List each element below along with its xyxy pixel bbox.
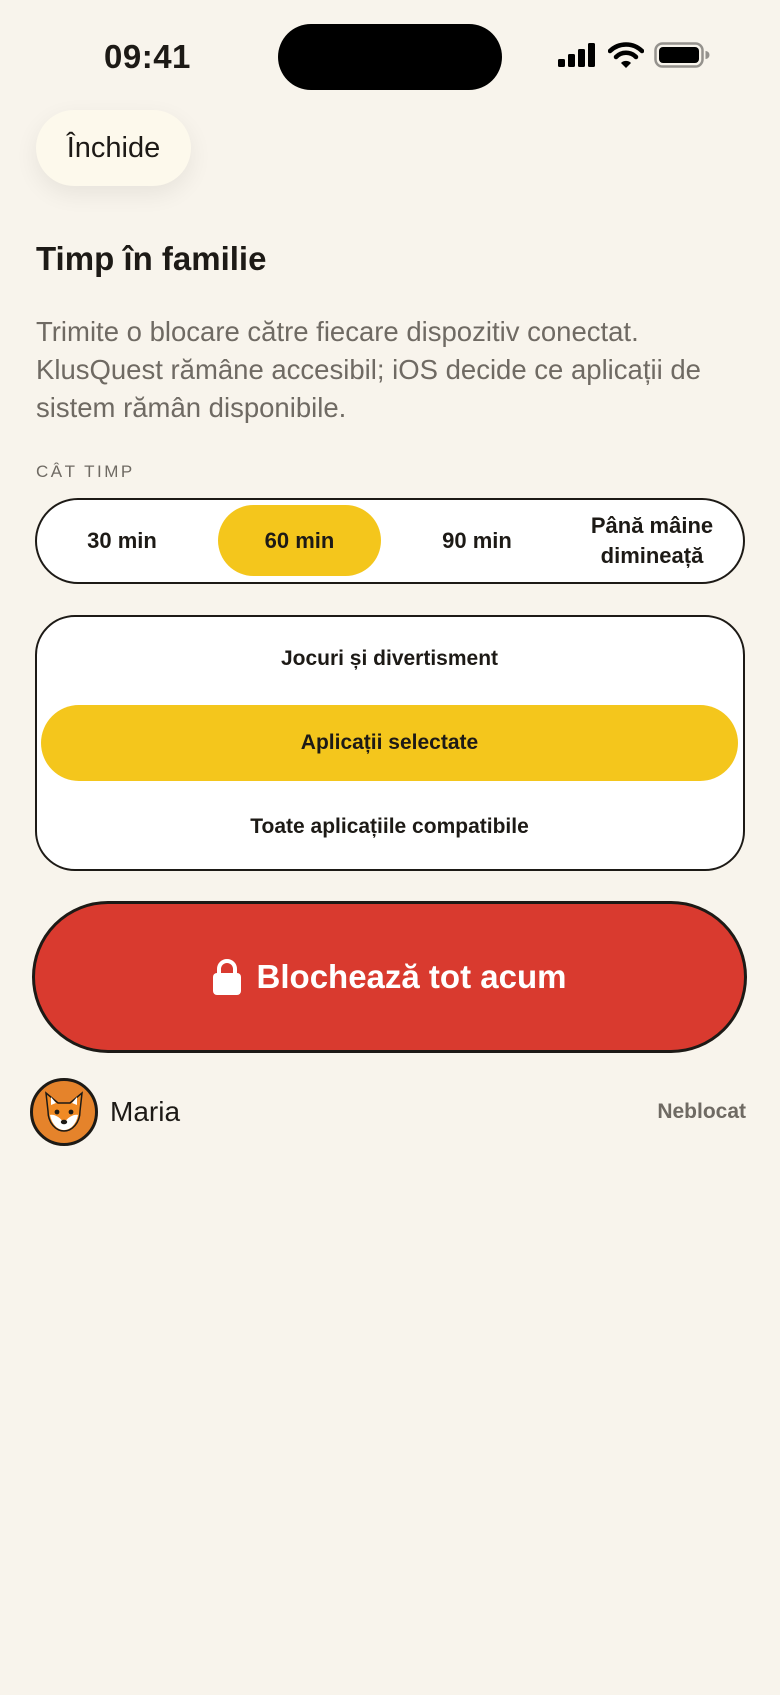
lock-all-button-label: Blochează tot acum xyxy=(256,958,567,995)
scope-option-label: Toate aplicațiile compatibile xyxy=(250,815,529,838)
lock-all-button[interactable]: Blochează tot acum xyxy=(32,901,747,1053)
status-icons xyxy=(558,42,710,68)
child-row[interactable]: Maria Neblocat xyxy=(30,1078,746,1146)
scope-option-all-apps[interactable]: Toate aplicațiile compatibile xyxy=(41,789,738,865)
status-time: 09:41 xyxy=(104,38,191,75)
scope-option-label: Jocuri și divertisment xyxy=(280,647,499,670)
wifi-icon xyxy=(608,42,644,68)
duration-option-label: 90 min xyxy=(442,527,512,553)
cellular-signal-icon xyxy=(558,43,595,67)
duration-selector: 30 min 60 min 90 min Până mâine dimineaț… xyxy=(35,498,745,584)
child-lock-status: Neblocat xyxy=(657,1100,746,1123)
battery-icon xyxy=(654,42,710,68)
dynamic-island xyxy=(278,24,502,90)
duration-option-label: Până mâine dimineață xyxy=(590,512,714,568)
page-description: Trimite o blocare către fiecare dispozit… xyxy=(36,316,701,423)
scope-option-label: Aplicații selectate xyxy=(300,731,479,754)
close-button[interactable]: Închide xyxy=(36,110,191,186)
scope-selector: Jocuri și divertisment Aplicații selecta… xyxy=(35,615,745,871)
duration-section-label: CÂT TIMP xyxy=(36,462,135,481)
duration-option-label: 60 min xyxy=(264,527,335,553)
duration-option-label: 30 min xyxy=(87,527,157,553)
status-bar: 09:41 xyxy=(0,0,780,110)
duration-option-60[interactable]: 60 min xyxy=(218,505,381,576)
scope-option-games[interactable]: Jocuri și divertisment xyxy=(41,621,738,697)
page-title: Timp în familie xyxy=(36,240,267,277)
duration-option-tomorrow-morning[interactable]: Până mâine dimineață xyxy=(567,505,737,576)
duration-option-90[interactable]: 90 min xyxy=(397,505,557,576)
child-name: Maria xyxy=(110,1096,181,1127)
duration-option-30[interactable]: 30 min xyxy=(42,505,202,576)
scope-option-selected-apps[interactable]: Aplicații selectate xyxy=(41,705,738,781)
lock-icon xyxy=(212,959,241,995)
fox-icon xyxy=(45,1091,83,1132)
avatar xyxy=(30,1078,98,1146)
